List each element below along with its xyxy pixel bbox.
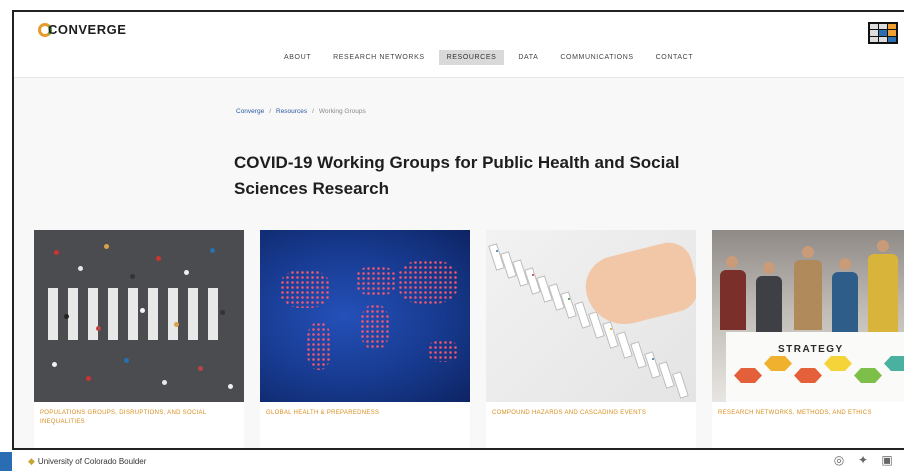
partner-logo-icon[interactable]: [868, 22, 898, 44]
breadcrumb-home[interactable]: Converge: [236, 108, 264, 115]
nav-about[interactable]: About: [276, 50, 319, 65]
card-label: Populations Groups, Disruptions, and Soc…: [40, 410, 207, 425]
footer-tab[interactable]: [0, 452, 12, 471]
breadcrumb-resources[interactable]: Resources: [276, 108, 307, 115]
main-nav: About Research Networks Resources Data C…: [276, 50, 701, 65]
dominoes-image: [486, 230, 696, 402]
nav-communications[interactable]: Communications: [552, 50, 641, 65]
nav-contact[interactable]: Contact: [648, 50, 702, 65]
social-links: ◎ ✦ ▣: [832, 453, 894, 467]
card-label: Research Networks, Methods, and Ethics: [718, 410, 872, 416]
breadcrumb-current: Working Groups: [318, 108, 366, 115]
world-map-image: [260, 230, 470, 402]
browser-viewport: CONVERGE About Research Networks Resourc…: [12, 10, 904, 450]
site-header: CONVERGE About Research Networks Resourc…: [14, 12, 904, 78]
instagram-icon[interactable]: ◎: [832, 453, 846, 467]
card-compound-hazards[interactable]: Compound Hazards and Cascading Events: [486, 230, 696, 448]
breadcrumb-separator: /: [312, 108, 314, 115]
breadcrumb: Converge / Resources / Working Groups: [236, 108, 366, 115]
converge-logo[interactable]: CONVERGE: [38, 22, 126, 37]
twitter-icon[interactable]: ✦: [856, 453, 870, 467]
breadcrumb-separator: /: [269, 108, 271, 115]
strategy-text: STRATEGY: [778, 344, 844, 355]
card-label: Compound Hazards and Cascading Events: [492, 410, 647, 416]
logo-text: CONVERGE: [48, 22, 127, 37]
university-name: University of Colorado Boulder: [37, 457, 147, 466]
whiteboard: [726, 332, 904, 402]
page-title: COVID-19 Working Groups for Public Healt…: [234, 153, 680, 198]
cu-logo-icon: ◆: [28, 456, 35, 466]
crosswalk-crowd-image: [34, 230, 244, 402]
nav-data[interactable]: Data: [510, 50, 546, 65]
card-global-health[interactable]: Global Health & Preparedness: [260, 230, 470, 448]
nav-research-networks[interactable]: Research Networks: [325, 50, 433, 65]
card-grid: Populations Groups, Disruptions, and Soc…: [34, 230, 904, 448]
card-research-networks[interactable]: STRATEGY Research Networks, Methods, and…: [712, 230, 904, 448]
linkedin-icon[interactable]: ▣: [880, 453, 894, 467]
card-populations[interactable]: Populations Groups, Disruptions, and Soc…: [34, 230, 244, 448]
site-footer: ◆ University of Colorado Boulder ◎ ✦ ▣: [0, 452, 904, 471]
card-label: Global Health & Preparedness: [266, 410, 380, 416]
strategy-meeting-image: STRATEGY: [712, 230, 904, 402]
university-link[interactable]: ◆ University of Colorado Boulder: [28, 456, 146, 467]
nav-resources[interactable]: Resources: [438, 50, 505, 65]
